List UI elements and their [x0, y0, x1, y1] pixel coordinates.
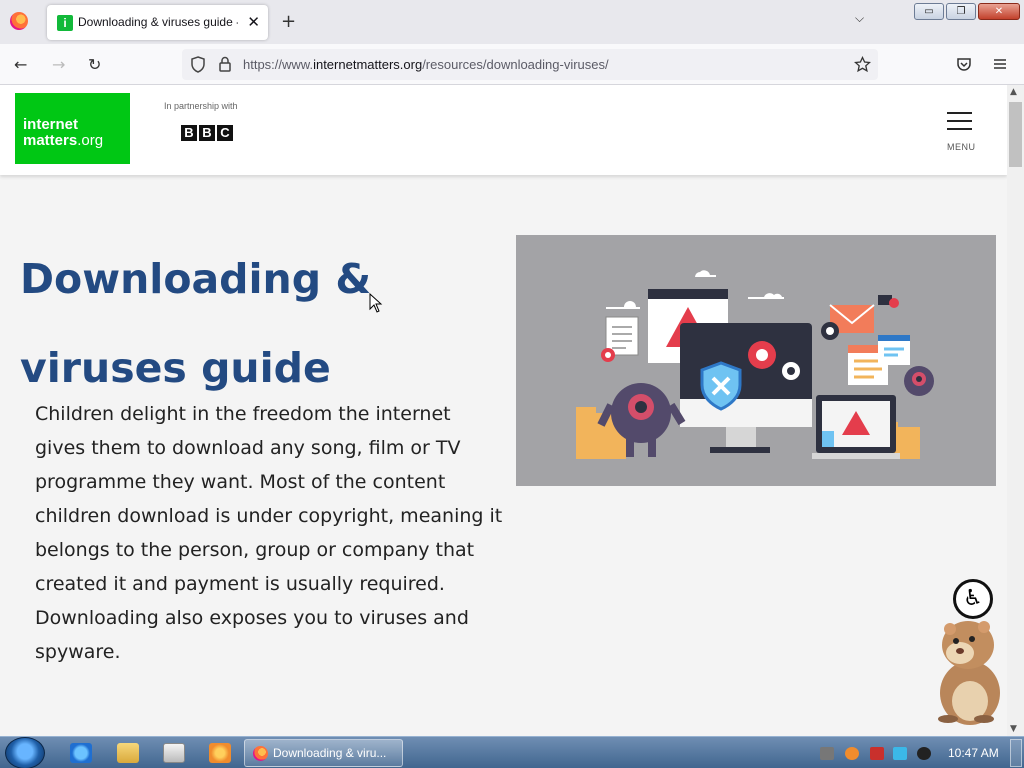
mouse-cursor-icon	[369, 293, 383, 313]
tab-active[interactable]: i Downloading & viruses guide - ✕	[47, 5, 268, 40]
firefox-icon	[253, 746, 268, 761]
site-favicon-icon: i	[57, 15, 73, 31]
volume-icon[interactable]	[917, 747, 931, 760]
hamster-mascot[interactable]	[928, 615, 1006, 725]
file-explorer-icon[interactable]	[117, 743, 139, 763]
display-icon[interactable]	[893, 747, 907, 760]
logo-suffix: .org	[77, 132, 104, 149]
logo-line2: matters	[23, 132, 78, 149]
bbc-letter: C	[217, 125, 233, 141]
browser-nav-bar: ← → ↻ https://www.internetmatters.org/re…	[0, 44, 1024, 85]
page-scrollbar[interactable]: ▲ ▼	[1007, 85, 1024, 736]
firefox-icon	[10, 12, 28, 30]
app-icon[interactable]	[209, 743, 231, 763]
taskbar-task-label: Downloading & viru...	[273, 746, 387, 760]
scroll-up-arrow-icon[interactable]: ▲	[1010, 87, 1017, 97]
reload-button[interactable]: ↻	[88, 55, 101, 74]
internet-matters-logo[interactable]: internet matters.org	[15, 93, 130, 164]
window-controls: ▭ ❐ ✕	[914, 3, 1020, 20]
scroll-thumb[interactable]	[1009, 102, 1022, 167]
hero-illustration	[516, 235, 996, 486]
back-button[interactable]: ←	[14, 55, 27, 74]
network-icon[interactable]	[820, 747, 834, 760]
partner-text: In partnership with	[164, 101, 238, 111]
app-menu-icon[interactable]	[993, 58, 1007, 70]
taskbar-clock[interactable]: 10:47 AM	[948, 746, 999, 760]
intro-paragraph: Children delight in the freedom the inte…	[35, 403, 503, 663]
tab-close-icon[interactable]: ✕	[247, 13, 260, 31]
page-title: Downloading & viruses guide	[20, 255, 372, 392]
bbc-logo[interactable]: B B C	[181, 125, 233, 141]
menu-label[interactable]: MENU	[947, 142, 976, 152]
bbc-letter: B	[199, 125, 215, 141]
tab-list-chevron-down-icon[interactable]: ⌵	[855, 11, 864, 26]
flag-icon[interactable]	[870, 747, 884, 760]
new-tab-button[interactable]: +	[281, 11, 296, 32]
tab-title: Downloading & viruses guide -	[78, 15, 238, 29]
start-button[interactable]	[5, 737, 45, 768]
pocket-icon[interactable]	[956, 57, 972, 72]
web-page: internet matters.org In partnership with…	[0, 85, 1007, 736]
lock-icon[interactable]	[218, 56, 232, 72]
forward-button[interactable]: →	[52, 55, 65, 74]
search-icon[interactable]	[845, 747, 859, 760]
taskbar-firefox-task[interactable]: Downloading & viru...	[244, 739, 403, 767]
url-text[interactable]: https://www.internetmatters.org/resource…	[243, 57, 609, 72]
accessibility-button[interactable]: ♿	[953, 579, 993, 619]
logo-line1: internet	[23, 116, 79, 133]
scroll-down-arrow-icon[interactable]: ▼	[1010, 724, 1017, 734]
windows-taskbar: Downloading & viru... 10:47 AM	[0, 736, 1024, 768]
bbc-letter: B	[181, 125, 197, 141]
browser-tab-bar: i Downloading & viruses guide - ✕ + ⌵ ▭ …	[0, 0, 1024, 44]
shield-icon[interactable]	[190, 56, 206, 73]
url-bar[interactable]: https://www.internetmatters.org/resource…	[182, 49, 878, 80]
site-header: internet matters.org In partnership with…	[0, 85, 1007, 175]
restore-button[interactable]: ❐	[946, 3, 976, 20]
minimize-button[interactable]: ▭	[914, 3, 944, 20]
close-window-button[interactable]: ✕	[978, 3, 1020, 20]
show-desktop-button[interactable]	[1010, 739, 1022, 767]
internet-explorer-icon[interactable]	[70, 743, 92, 763]
accessibility-icon: ♿	[963, 586, 983, 611]
media-player-icon[interactable]	[163, 743, 185, 763]
bookmark-star-icon[interactable]	[854, 56, 871, 73]
